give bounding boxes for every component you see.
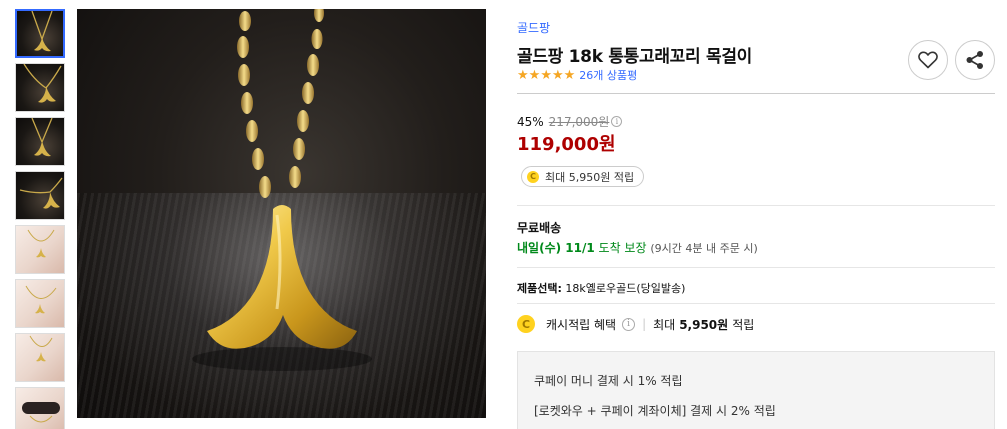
delivery-estimate: 내일(수) 11/1 도착 보장 (9시간 4분 내 주문 시) bbox=[517, 239, 758, 256]
coupay-money-benefit: 쿠페이 머니 결제 시 1% 적립 bbox=[534, 374, 683, 388]
divider bbox=[517, 267, 995, 268]
star-rating: ★ ★ ★ ★ ★ bbox=[517, 69, 575, 82]
option-value: 18k옐로우골드(당일발송) bbox=[565, 282, 686, 295]
cash-reward-row: C 캐시적립 혜택 i | 최대 5,950원 적립 bbox=[517, 315, 754, 333]
coupay-benefit-box: 쿠페이 머니 결제 시 1% 적립 [로켓와우 + 쿠페이 계좌이체] 결제 시… bbox=[517, 351, 995, 429]
original-price: 217,000원 bbox=[548, 115, 610, 129]
reward-text: 최대 5,950원 적립 bbox=[545, 170, 635, 184]
share-button[interactable] bbox=[955, 40, 995, 80]
star-icon: ★ bbox=[563, 67, 576, 83]
free-shipping-label: 무료배송 bbox=[517, 221, 562, 235]
cash-max-value: 5,950원 bbox=[679, 317, 729, 332]
thumbnail-2[interactable] bbox=[15, 63, 65, 112]
info-icon[interactable]: i bbox=[611, 116, 623, 127]
product-option[interactable]: 제품선택: 18k옐로우골드(당일발송) bbox=[517, 280, 685, 296]
thumbnail-3[interactable] bbox=[15, 117, 65, 166]
delivery-guarantee: 도착 보장 bbox=[598, 241, 647, 255]
whale-tail-necklace-illustration bbox=[192, 9, 372, 371]
thumbnail-8[interactable] bbox=[15, 387, 65, 429]
option-label: 제품선택: bbox=[517, 282, 562, 295]
thumbnail-7[interactable] bbox=[15, 333, 65, 382]
divider bbox=[517, 303, 995, 304]
separator: | bbox=[642, 317, 647, 331]
wishlist-button[interactable] bbox=[908, 40, 948, 80]
sale-price: 119,000원 bbox=[517, 134, 616, 155]
share-icon bbox=[966, 51, 983, 69]
info-icon[interactable]: i bbox=[622, 317, 636, 331]
delivery-date: 내일(수) 11/1 bbox=[517, 241, 595, 255]
discount-rate: 45% bbox=[517, 114, 544, 129]
rocketwow-transfer-benefit: [로켓와우 + 쿠페이 계좌이체] 결제 시 2% 적립 bbox=[534, 404, 776, 418]
cash-max-label: 최대 bbox=[653, 317, 676, 332]
thumbnail-1[interactable] bbox=[15, 9, 65, 58]
star-icon: ★ bbox=[540, 67, 552, 83]
cash-suffix: 적립 bbox=[732, 317, 755, 332]
thumbnail-5[interactable] bbox=[15, 225, 65, 274]
coin-icon: C bbox=[527, 170, 539, 183]
cash-reward-label: 캐시적립 혜택 bbox=[546, 317, 617, 332]
heart-icon bbox=[918, 51, 938, 69]
star-icon: ★ bbox=[528, 67, 541, 83]
main-product-image bbox=[77, 9, 486, 418]
star-icon: ★ bbox=[551, 67, 564, 83]
rating-row[interactable]: ★ ★ ★ ★ ★ 26개 상품평 bbox=[517, 67, 637, 83]
thumbnail-4[interactable] bbox=[15, 171, 65, 220]
coin-icon: C bbox=[517, 315, 535, 333]
thumbnail-6[interactable] bbox=[15, 279, 65, 328]
divider bbox=[517, 93, 995, 94]
original-price-row: 45% 217,000원 i bbox=[517, 113, 623, 130]
divider bbox=[517, 205, 995, 206]
reward-badge: C 최대 5,950원 적립 bbox=[521, 166, 645, 187]
star-icon: ★ bbox=[517, 67, 529, 83]
review-count-link[interactable]: 26개 상품평 bbox=[579, 67, 637, 83]
brand-link[interactable]: 골드팡 bbox=[517, 19, 550, 36]
product-title: 골드팡 18k 통통고래꼬리 목걸이 bbox=[517, 47, 752, 67]
order-cutoff: (9시간 4분 내 주문 시) bbox=[650, 242, 758, 255]
